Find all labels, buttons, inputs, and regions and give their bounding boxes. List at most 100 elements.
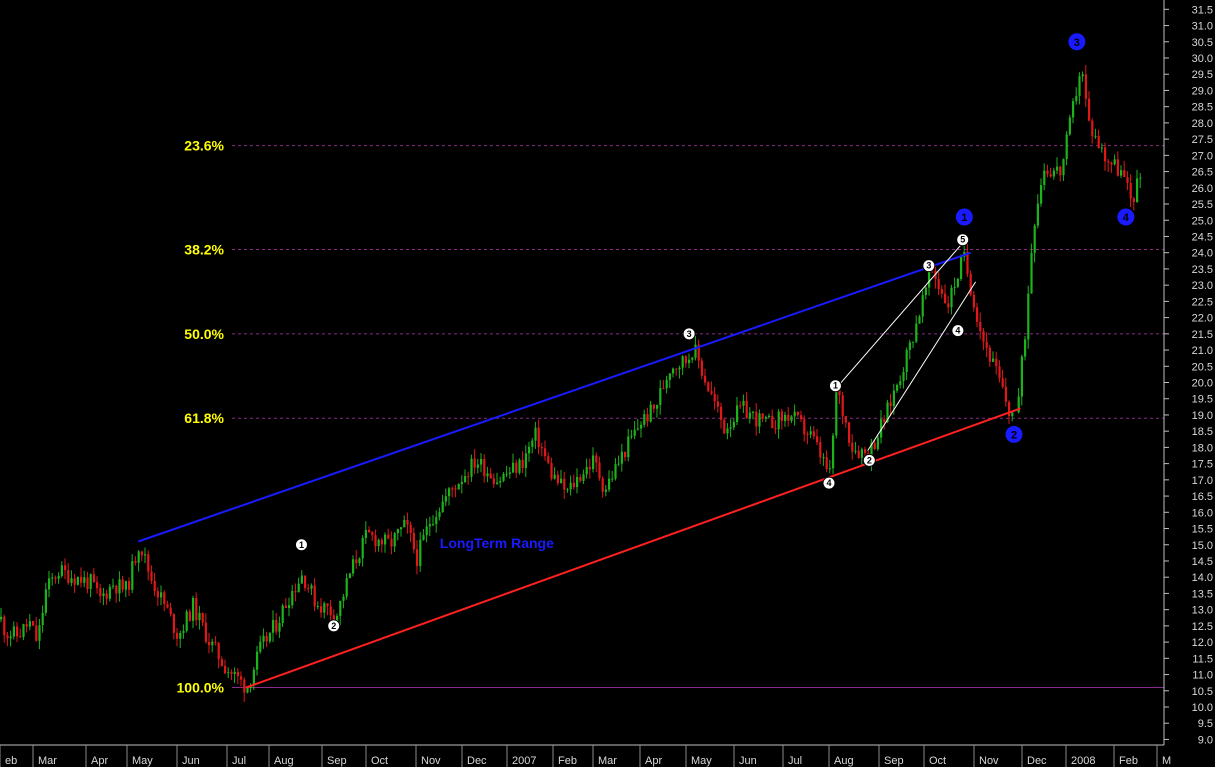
candle-body: [652, 404, 655, 409]
x-tick-label: Sep: [884, 755, 904, 767]
candle-body: [473, 458, 476, 468]
x-tick-label: Feb: [1119, 755, 1138, 767]
y-tick-label: 17.5: [1192, 459, 1213, 471]
x-tick-label: Mar: [38, 755, 57, 767]
candle-body: [380, 539, 383, 545]
candle-body: [147, 554, 150, 572]
candle-body: [361, 537, 364, 559]
candle-body: [1004, 386, 1007, 402]
candle-body: [780, 411, 783, 422]
candle-body: [995, 358, 998, 367]
candle-body: [752, 411, 755, 413]
candle-body: [304, 575, 307, 588]
candle-body: [438, 512, 441, 518]
candle-body: [860, 449, 863, 458]
candle-body: [726, 428, 729, 434]
candle-body: [556, 474, 559, 484]
candle-body: [492, 478, 495, 484]
candle-body: [470, 458, 473, 477]
y-tick-label: 23.5: [1192, 264, 1213, 276]
candle-body: [691, 357, 694, 360]
candle-body: [896, 384, 899, 391]
candle-body: [400, 527, 403, 530]
candle-body: [284, 605, 287, 609]
candle-body: [764, 417, 767, 419]
candle-body: [342, 596, 345, 601]
candle-body: [572, 482, 575, 488]
y-tick-label: 20.0: [1192, 378, 1213, 390]
wave-marker-small-label: 4: [826, 478, 831, 488]
candle-body: [966, 251, 969, 274]
candle-body: [972, 294, 975, 308]
candle-body: [16, 626, 19, 637]
candle-body: [723, 419, 726, 434]
y-tick-label: 11.0: [1192, 670, 1213, 682]
y-tick-label: 14.5: [1192, 556, 1213, 568]
candle-body: [601, 478, 604, 492]
x-tick-label: Mar: [598, 755, 617, 767]
x-tick-label: Apr: [645, 755, 662, 767]
candle-body: [1001, 378, 1004, 387]
wave-marker-small-label: 1: [833, 381, 838, 391]
candle-body: [854, 450, 857, 452]
x-tick-label: Jun: [739, 755, 757, 767]
y-tick-label: 13.5: [1192, 588, 1213, 600]
candle-body: [592, 455, 595, 470]
wave-marker-small-label: 2: [331, 621, 336, 631]
y-tick-label: 30.0: [1192, 53, 1213, 65]
candle-body: [76, 576, 79, 585]
candle-body: [246, 687, 249, 693]
candle-body: [6, 635, 9, 639]
candle-body: [57, 575, 60, 579]
candle-body: [774, 428, 777, 430]
candle-body: [793, 411, 796, 417]
candle-body: [777, 411, 780, 430]
candle-body: [976, 307, 979, 322]
candle-body: [496, 482, 499, 484]
y-tick-label: 15.5: [1192, 524, 1213, 536]
candle-body: [864, 449, 867, 454]
candle-body: [92, 574, 95, 583]
candle-body: [950, 287, 953, 308]
candle-body: [809, 431, 812, 435]
candle-body: [688, 359, 691, 364]
candle-body: [275, 619, 278, 632]
x-tick-label: Jul: [788, 755, 802, 767]
candle-body: [675, 368, 678, 370]
chart-background: [0, 0, 1215, 767]
candle-body: [988, 347, 991, 362]
candle-body: [172, 614, 175, 633]
x-tick-label: Jun: [182, 755, 200, 767]
candle-body: [201, 612, 204, 623]
candle-body: [115, 585, 118, 594]
candle-body: [144, 554, 147, 556]
candle-body: [38, 625, 41, 641]
candle-body: [131, 561, 134, 590]
candle-body: [579, 477, 582, 481]
candle-body: [1072, 101, 1075, 118]
candle-body: [841, 395, 844, 416]
candle-body: [371, 532, 374, 536]
candle-body: [755, 411, 758, 427]
candle-body: [310, 585, 313, 589]
candle-body: [99, 588, 102, 597]
y-tick-label: 28.0: [1192, 118, 1213, 130]
candle-body: [428, 524, 431, 527]
y-tick-label: 28.5: [1192, 102, 1213, 114]
x-tick-label: Dec: [467, 755, 487, 767]
wave-marker-big-label: 4: [1123, 212, 1130, 224]
candle-body: [656, 405, 659, 409]
candle-body: [694, 344, 697, 358]
y-tick-label: 18.0: [1192, 442, 1213, 454]
candle-body: [1027, 293, 1030, 340]
candle-body: [182, 630, 185, 633]
fib-label: 38.2%: [184, 241, 224, 257]
candle-body: [921, 295, 924, 317]
candle-body: [998, 366, 1001, 379]
candle-body: [1065, 134, 1068, 160]
candle-body: [851, 442, 854, 452]
candle-body: [25, 624, 28, 627]
candle-body: [185, 611, 188, 631]
candle-body: [748, 412, 751, 419]
candle-body: [294, 591, 297, 593]
